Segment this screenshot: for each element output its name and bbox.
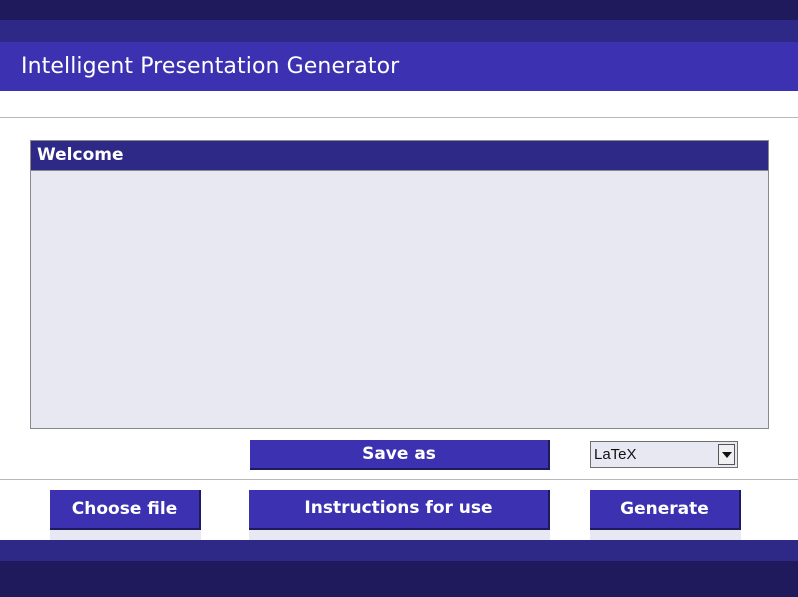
bottom-banner-dark — [0, 561, 798, 597]
chevron-down-icon — [721, 451, 732, 458]
top-banner-mid — [0, 20, 798, 42]
format-select-value: LaTeX — [594, 446, 637, 463]
divider — [0, 117, 798, 118]
top-banner-dark — [0, 0, 798, 20]
dropdown-button[interactable] — [718, 444, 735, 465]
choose-file-button[interactable]: Choose file — [50, 490, 201, 530]
save-as-button[interactable]: Save as — [250, 440, 550, 470]
title-bar: Intelligent Presentation Generator — [0, 42, 798, 91]
button-shadow — [590, 530, 741, 540]
button-shadow — [249, 530, 550, 540]
instructions-button[interactable]: Instructions for use — [249, 490, 550, 530]
generate-button[interactable]: Generate — [590, 490, 741, 530]
welcome-text-area[interactable] — [31, 171, 768, 428]
app-title: Intelligent Presentation Generator — [21, 54, 400, 79]
welcome-panel: Welcome — [30, 140, 769, 429]
bottom-banner-mid — [0, 540, 798, 561]
divider — [0, 479, 798, 480]
welcome-panel-header: Welcome — [31, 141, 768, 171]
button-shadow — [50, 530, 201, 540]
format-select[interactable]: LaTeX — [590, 441, 738, 468]
